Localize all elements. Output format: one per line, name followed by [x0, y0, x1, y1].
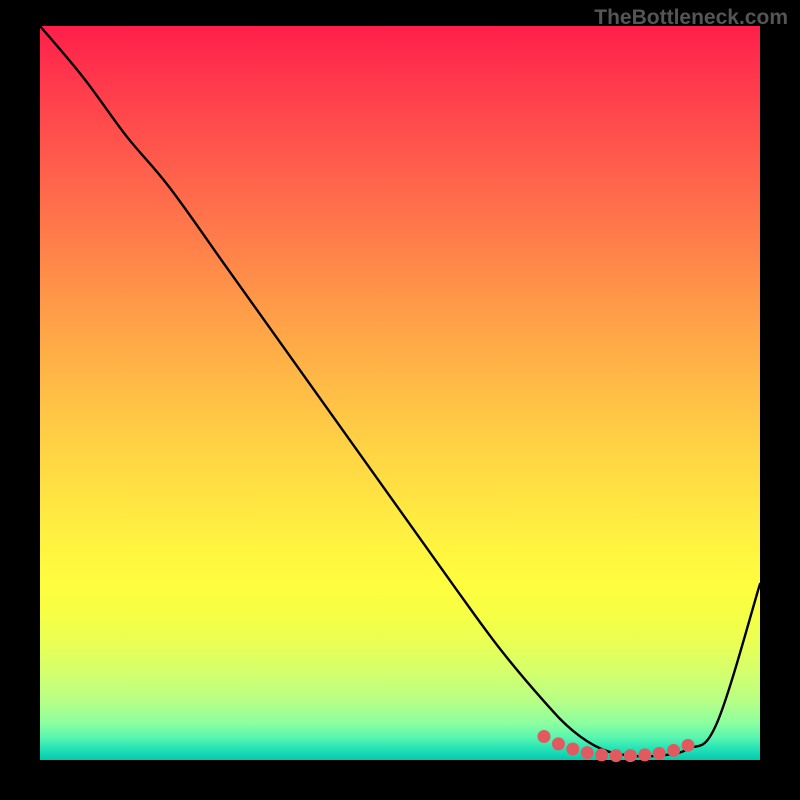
- marker-dot: [552, 737, 565, 750]
- chart-markers-bottom: [538, 730, 695, 762]
- marker-dot: [566, 742, 579, 755]
- marker-dot: [682, 739, 695, 752]
- chart-line-curve: [40, 26, 760, 756]
- marker-dot: [581, 746, 594, 759]
- watermark: TheBottleneck.com: [594, 6, 788, 30]
- chart-plot-area: [40, 26, 760, 760]
- marker-dot: [653, 747, 666, 760]
- marker-dot: [667, 744, 680, 757]
- marker-dot: [595, 748, 608, 761]
- chart-svg: [40, 26, 760, 760]
- marker-dot: [624, 749, 637, 762]
- marker-dot: [538, 730, 551, 743]
- marker-dot: [610, 749, 623, 762]
- marker-dot: [638, 748, 651, 761]
